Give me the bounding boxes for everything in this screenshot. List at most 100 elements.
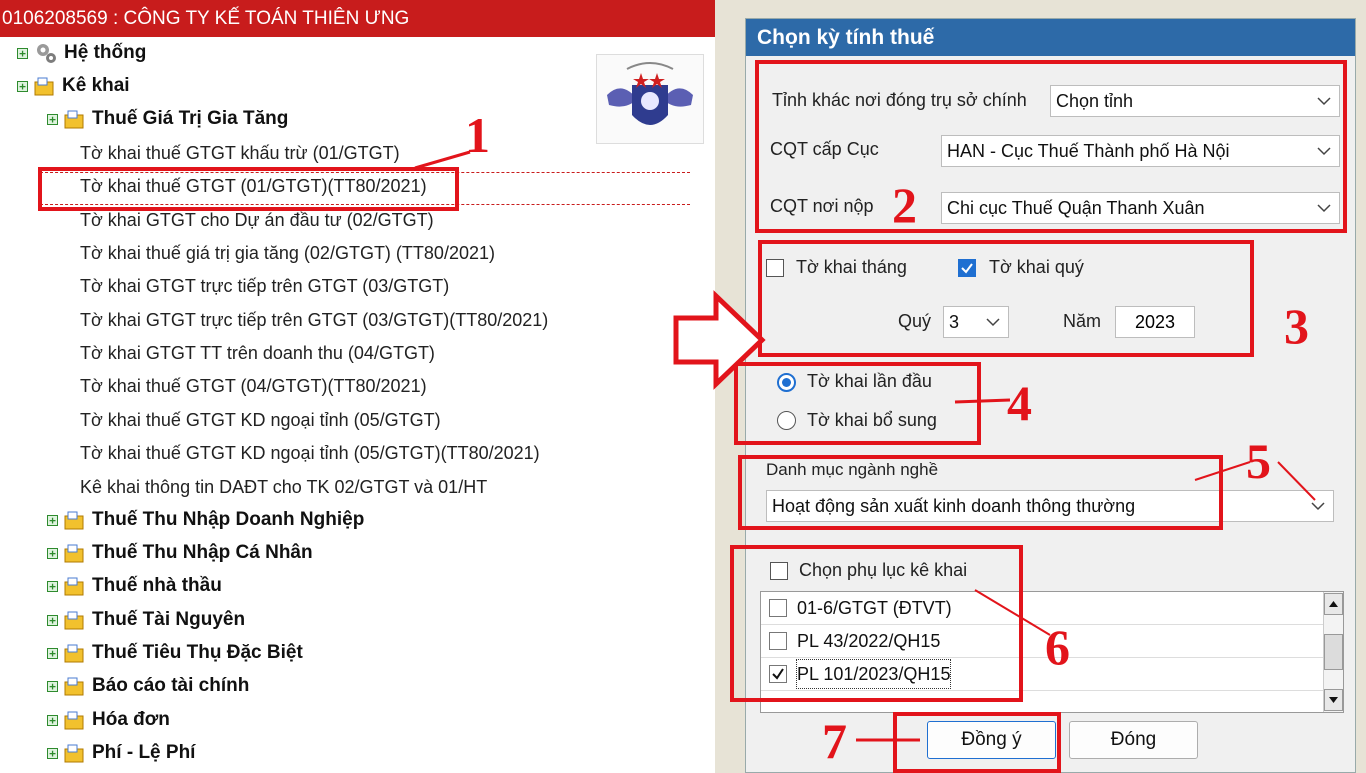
tinh-value: Chọn tỉnh	[1056, 91, 1134, 111]
folder-icon	[64, 511, 84, 530]
tree-leaf-01gtgt-tt80[interactable]: Tờ khai thuế GTGT (01/GTGT)(TT80/2021)	[80, 171, 427, 201]
to-khai-quy-label: Tờ khai quý	[989, 257, 1084, 277]
scroll-up-button[interactable]	[1324, 593, 1343, 615]
tree-node-nha-thau[interactable]: + Thuế nhà thầu	[47, 571, 222, 601]
tree-leaf-05gtgt-tt80[interactable]: Tờ khai thuế GTGT KD ngoại tỉnh (05/GTGT…	[80, 438, 540, 468]
to-khai-quy-checkbox[interactable]	[958, 259, 976, 277]
expand-icon[interactable]: +	[47, 647, 58, 659]
chevron-down-icon	[1317, 147, 1331, 156]
tree-label: Phí - Lệ Phí	[92, 742, 196, 763]
tree-label: Thuế Giá Trị Gia Tăng	[92, 108, 289, 129]
danh-muc-select[interactable]: Hoạt động sản xuất kinh doanh thông thườ…	[766, 490, 1334, 522]
check-icon	[772, 668, 784, 680]
nam-input[interactable]: 2023	[1115, 306, 1195, 338]
cqt-cuc-select[interactable]: HAN - Cục Thuế Thành phố Hà Nội	[941, 135, 1340, 167]
chevron-down-icon	[1317, 204, 1331, 213]
folder-icon	[64, 677, 84, 696]
tree-leaf-05gtgt[interactable]: Tờ khai thuế GTGT KD ngoại tỉnh (05/GTGT…	[80, 405, 441, 435]
tree-label: Báo cáo tài chính	[92, 675, 250, 696]
expand-icon[interactable]: +	[47, 514, 58, 526]
tree-label: Thuế Thu Nhập Cá Nhân	[92, 542, 313, 563]
tree-label: Hóa đơn	[92, 709, 170, 730]
list-item-label: 01-6/GTGT (ĐTVT)	[797, 598, 952, 618]
expand-icon[interactable]: +	[47, 580, 58, 592]
tree-leaf-02gtgt[interactable]: Tờ khai GTGT cho Dự án đầu tư (02/GTGT)	[80, 205, 434, 235]
tree-leaf-04gtgt[interactable]: Tờ khai GTGT TT trên doanh thu (04/GTGT)	[80, 338, 435, 368]
tree-node-tncn[interactable]: + Thuế Thu Nhập Cá Nhân	[47, 538, 313, 568]
lan-dau-radio[interactable]	[777, 373, 796, 392]
company-logo	[596, 54, 704, 144]
check-icon	[961, 263, 973, 274]
expand-icon[interactable]: +	[17, 47, 28, 59]
folder-icon	[64, 711, 84, 730]
quy-select[interactable]: 3	[943, 306, 1009, 338]
list-item-label: PL 43/2022/QH15	[797, 631, 941, 651]
tinh-label: Tỉnh khác nơi đóng trụ sở chính	[772, 90, 1027, 110]
tinh-select[interactable]: Chọn tỉnh	[1050, 85, 1340, 117]
list-scrollbar[interactable]	[1323, 592, 1343, 712]
tree-node-tndn[interactable]: + Thuế Thu Nhập Doanh Nghiệp	[47, 505, 364, 535]
scroll-thumb[interactable]	[1324, 634, 1343, 670]
tree-panel: 0106208569 : CÔNG TY KẾ TOÁN THIÊN ƯNG +…	[0, 0, 715, 773]
chevron-down-icon	[1317, 97, 1331, 106]
scroll-down-button[interactable]	[1324, 689, 1343, 711]
chon-phu-luc-label: Chọn phụ lục kê khai	[799, 560, 968, 580]
cqt-cuc-label: CQT cấp Cục	[770, 139, 879, 159]
tree-leaf-01gtgt-khau-tru[interactable]: Tờ khai thuế GTGT khấu trừ (01/GTGT)	[80, 138, 400, 168]
gear-icon	[37, 44, 56, 63]
expand-icon[interactable]: +	[47, 614, 58, 626]
dong-y-button[interactable]: Đồng ý	[927, 721, 1056, 759]
bo-sung-radio[interactable]	[777, 411, 796, 430]
tree-node-bctc[interactable]: + Báo cáo tài chính	[47, 671, 249, 701]
folder-icon	[64, 544, 84, 563]
tree-leaf-04gtgt-tt80[interactable]: Tờ khai thuế GTGT (04/GTGT)(TT80/2021)	[80, 371, 427, 401]
expand-icon[interactable]: +	[47, 714, 58, 726]
tree-node-hoa-don[interactable]: + Hóa đơn	[47, 705, 170, 735]
expand-icon[interactable]: +	[47, 547, 58, 559]
folder-icon	[64, 577, 84, 596]
list-item-checkbox[interactable]	[769, 632, 787, 650]
cqt-cuc-value: HAN - Cục Thuế Thành phố Hà Nội	[947, 141, 1230, 161]
tree-leaf-03gtgt-tt80[interactable]: Tờ khai GTGT trực tiếp trên GTGT (03/GTG…	[80, 305, 548, 335]
list-item[interactable]: 01-6/GTGT (ĐTVT)	[761, 592, 1327, 625]
cqt-nop-label: CQT nơi nộp	[770, 196, 874, 216]
list-item-checkbox[interactable]	[769, 665, 787, 683]
list-item-label: PL 101/2023/QH15	[795, 659, 952, 689]
tree-leaf-03gtgt[interactable]: Tờ khai GTGT trực tiếp trên GTGT (03/GTG…	[80, 271, 449, 301]
bo-sung-label: Tờ khai bổ sung	[807, 410, 937, 430]
chon-phu-luc-checkbox[interactable]	[770, 562, 788, 580]
dialog-title: Chọn kỳ tính thuế	[746, 19, 1355, 56]
tree-node-ttdb[interactable]: + Thuế Tiêu Thụ Đặc Biệt	[47, 638, 303, 668]
cqt-nop-select[interactable]: Chi cục Thuế Quận Thanh Xuân	[941, 192, 1340, 224]
expand-icon[interactable]: +	[47, 747, 58, 759]
folder-icon	[64, 110, 84, 129]
list-item-checkbox[interactable]	[769, 599, 787, 617]
to-khai-thang-label: Tờ khai tháng	[796, 257, 907, 277]
chevron-down-icon	[986, 318, 1000, 327]
quy-value: 3	[949, 312, 960, 332]
expand-icon[interactable]: +	[17, 80, 28, 92]
cqt-nop-value: Chi cục Thuế Quận Thanh Xuân	[947, 198, 1205, 218]
tree-node-ke-khai[interactable]: + Kê khai	[17, 71, 130, 101]
triangle-up-icon	[1329, 601, 1338, 607]
list-item[interactable]: PL 43/2022/QH15	[761, 625, 1327, 658]
tree-leaf-02gtgt-tt80[interactable]: Tờ khai thuế giá trị gia tăng (02/GTGT) …	[80, 238, 495, 268]
expand-icon[interactable]: +	[47, 113, 58, 125]
triangle-down-icon	[1329, 697, 1338, 703]
tree-label: Hệ thống	[64, 42, 147, 63]
lan-dau-label: Tờ khai lần đầu	[807, 371, 932, 391]
expand-icon[interactable]: +	[47, 680, 58, 692]
to-khai-thang-checkbox[interactable]	[766, 259, 784, 277]
tree-node-he-thong[interactable]: + Hệ thống	[17, 38, 146, 68]
tree-leaf-dadt[interactable]: Kê khai thông tin DAĐT cho TK 02/GTGT và…	[80, 472, 487, 502]
tree-node-phi-le-phi[interactable]: + Phí - Lệ Phí	[47, 738, 195, 768]
phu-luc-list[interactable]: 01-6/GTGT (ĐTVT) PL 43/2022/QH15 PL 101/…	[760, 591, 1344, 713]
tree-node-gtgt[interactable]: + Thuế Giá Trị Gia Tăng	[47, 104, 288, 134]
tree-node-tai-nguyen[interactable]: + Thuế Tài Nguyên	[47, 605, 245, 635]
nam-label: Năm	[1063, 311, 1102, 331]
tree-label: Thuế Tiêu Thụ Đặc Biệt	[92, 642, 303, 663]
tree-label: Thuế Thu Nhập Doanh Nghiệp	[92, 509, 365, 530]
danh-muc-value: Hoạt động sản xuất kinh doanh thông thườ…	[772, 496, 1136, 516]
list-item[interactable]: PL 101/2023/QH15	[761, 658, 1327, 691]
dong-button[interactable]: Đóng	[1069, 721, 1198, 759]
